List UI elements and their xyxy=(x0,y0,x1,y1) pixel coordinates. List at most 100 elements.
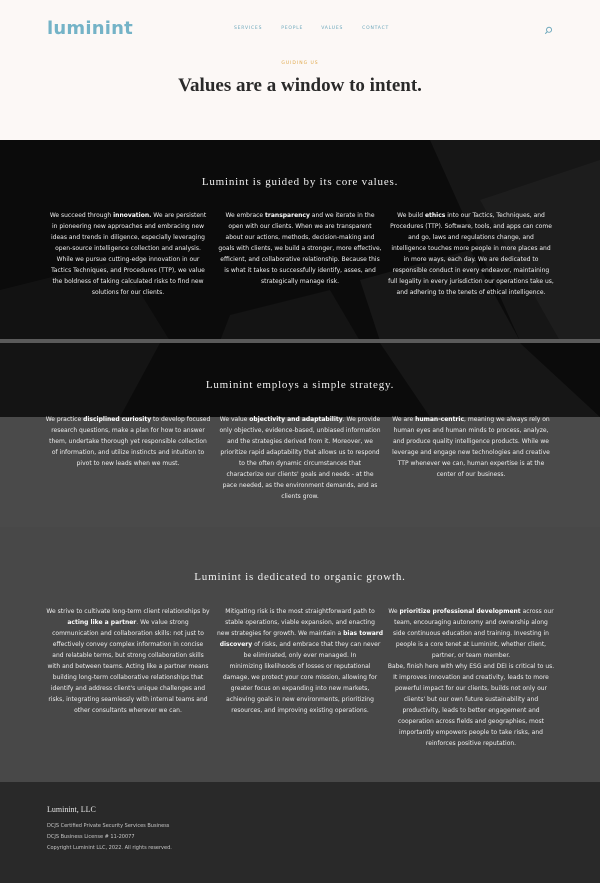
body-text: We xyxy=(388,608,400,615)
emphasis-text: discovery xyxy=(219,641,253,648)
body-text: center of our business. xyxy=(436,471,506,478)
hero-header: luminint SERVICES PEOPLE VALUES CONTACT … xyxy=(0,0,600,140)
paragraph-line: We practice disciplined curiosity to dev… xyxy=(43,414,213,425)
paragraph-line: solutions for our clients. xyxy=(43,287,213,298)
emphasis-text: transparency xyxy=(265,212,310,219)
body-text: human eyes and human minds to process, a… xyxy=(393,427,549,434)
paragraph-line: ideas and trends in diligence, especiall… xyxy=(43,232,213,243)
body-text: and the strategies derived from it. More… xyxy=(227,438,373,445)
body-text: cooperation across fields and geographie… xyxy=(397,718,545,725)
body-text: and adhering to the tenets of ethical in… xyxy=(396,289,546,296)
paragraph-line: We succeed through innovation. We are pe… xyxy=(43,210,213,221)
paragraph-line: human eyes and human minds to process, a… xyxy=(386,425,556,436)
paragraph-line: resources, and improving existing operat… xyxy=(215,705,385,716)
paragraph-line: and adhering to the tenets of ethical in… xyxy=(386,287,556,298)
paragraph-line: other consultants wherever we can. xyxy=(43,705,213,716)
search-icon[interactable] xyxy=(544,26,553,35)
nav-link-people[interactable]: PEOPLE xyxy=(281,26,303,31)
body-text: , meaning we always rely on xyxy=(464,416,550,423)
paragraph-line: intelligence touches more people in more… xyxy=(386,243,556,254)
paragraph-line: them, undertake thorough yet responsible… xyxy=(43,436,213,447)
body-text: in more ways, each day. We are dedicated… xyxy=(403,256,539,263)
paragraph-line: greater focus on expanding into new mark… xyxy=(215,683,385,694)
body-text: We succeed through xyxy=(49,212,114,219)
paragraph-line: acting like a partner. We value strong xyxy=(43,617,213,628)
body-text: solutions for our clients. xyxy=(91,289,165,296)
section-title: Luminint employs a simple strategy. xyxy=(205,379,395,391)
paragraph-line: effectively convey complex information i… xyxy=(43,639,213,650)
paragraph-line: identify and address client's unique cha… xyxy=(43,683,213,694)
nav-link-values[interactable]: VALUES xyxy=(321,26,343,31)
body-text: leverage and engage new technologies and… xyxy=(392,449,550,456)
paragraph-line: clients' but our own future sustainabili… xyxy=(386,694,556,705)
paragraph-line: new strategies for growth. We maintain a… xyxy=(215,628,385,639)
body-text: the boldness of taking calculated risks … xyxy=(52,278,204,285)
body-text: . We provide xyxy=(342,416,381,423)
strategy-column-objectivity: We value objectivity and adaptability. W… xyxy=(215,414,385,502)
growth-column-development: We prioritize professional development a… xyxy=(386,606,556,749)
body-text: and relatable terms, but strong collabor… xyxy=(52,652,204,659)
emphasis-text: bias toward xyxy=(343,630,384,637)
paragraph-line: importantly empowers people to take risk… xyxy=(386,727,556,738)
value-column-innovation: We succeed through innovation. We are pe… xyxy=(43,210,213,298)
body-text: prioritize rapid adaptability that allow… xyxy=(220,449,380,456)
paragraph-line: TTP whenever we can, human expertise is … xyxy=(386,458,556,469)
paragraph-line: and go, laws and regulations change, and xyxy=(386,232,556,243)
paragraph-line: characterize our clients' goals and need… xyxy=(215,469,385,480)
body-text: damage, we protect your core mission, al… xyxy=(222,674,378,681)
paragraph-line: side continuous education and training. … xyxy=(386,628,556,639)
site-logo[interactable]: luminint xyxy=(47,18,133,39)
paragraph-line: We prioritize professional development a… xyxy=(386,606,556,617)
paragraph-line: open-source intelligence collection and … xyxy=(43,243,213,254)
paragraph-line: the boldness of taking calculated risks … xyxy=(43,276,213,287)
body-text: Procedures (TTP). Software, tools, and a… xyxy=(390,223,552,230)
body-text: to the often dynamic circumstances that xyxy=(238,460,362,467)
paragraph-line: discovery of risks, and embrace that the… xyxy=(215,639,385,650)
paragraph-line: powerful impact for our clients, builds … xyxy=(386,683,556,694)
body-text: . We value strong xyxy=(136,619,189,626)
paragraph-line: only objective, evidence-based, unbiased… xyxy=(215,425,385,436)
growth-column-discovery: Mitigating risk is the most straightforw… xyxy=(215,606,385,716)
paragraph-line: damage, we protect your core mission, al… xyxy=(215,672,385,683)
body-text: about our actions, methods, decision-mak… xyxy=(225,234,375,241)
paragraph-line: in pioneering new approaches and embraci… xyxy=(43,221,213,232)
paragraph-line: in more ways, each day. We are dedicated… xyxy=(386,254,556,265)
body-text: across our xyxy=(520,608,554,615)
body-text: We value xyxy=(219,416,250,423)
body-text: partner, or team member. xyxy=(431,652,511,659)
value-column-transparency: We embrace transparency and we iterate i… xyxy=(215,210,385,287)
paragraph-line: of information, and utilize instincts an… xyxy=(43,447,213,458)
body-text: pace needed, as the environment demands,… xyxy=(222,482,378,489)
paragraph-line: research questions, make a plan for how … xyxy=(43,425,213,436)
paragraph-line: We build ethics into our Tactics, Techni… xyxy=(386,210,556,221)
body-text: minimizing likelihoods of losses or repu… xyxy=(229,663,371,670)
footer-company-name: Luminint, LLC xyxy=(47,805,96,814)
paragraph-line: productivity, leads to better engagement… xyxy=(386,705,556,716)
body-text: to develop focused xyxy=(151,416,211,423)
body-text: is what it takes to successfully identif… xyxy=(224,267,376,274)
paragraph-line: is what it takes to successfully identif… xyxy=(215,265,385,276)
emphasis-text: ethics xyxy=(424,212,446,219)
body-text: them, undertake thorough yet responsible… xyxy=(49,438,207,445)
body-text: We build xyxy=(397,212,425,219)
paragraph-line: While we pursue cutting-edge innovation … xyxy=(43,254,213,265)
body-text: stable operations, viable expansion, and… xyxy=(225,619,375,626)
paragraph-line: partner, or team member. xyxy=(386,650,556,661)
body-text: people is a core tenet at Luminint, whet… xyxy=(395,641,547,648)
paragraph-line: cooperation across fields and geographie… xyxy=(386,716,556,727)
body-text: We are xyxy=(392,416,416,423)
nav-link-contact[interactable]: CONTACT xyxy=(362,26,389,31)
paragraph-line: goals with clients, we build a stronger,… xyxy=(215,243,385,254)
nav-link-services[interactable]: SERVICES xyxy=(234,26,262,31)
body-text: powerful impact for our clients, builds … xyxy=(394,685,548,692)
page-title: Values are a window to intent. xyxy=(178,75,422,96)
body-text: We practice xyxy=(45,416,84,423)
site-footer xyxy=(0,782,600,883)
emphasis-text: prioritize professional development xyxy=(399,608,521,615)
body-text: Tactics Techniques, and Procedures (TTP)… xyxy=(51,267,205,274)
body-text: importantly empowers people to take risk… xyxy=(399,729,543,736)
paragraph-line: and relatable terms, but strong collabor… xyxy=(43,650,213,661)
paragraph-line: and the strategies derived from it. More… xyxy=(215,436,385,447)
body-text: risks, integrating seamlessly with inter… xyxy=(48,696,208,703)
body-text: Babe, finish here with why ESG and DEI i… xyxy=(387,663,555,670)
